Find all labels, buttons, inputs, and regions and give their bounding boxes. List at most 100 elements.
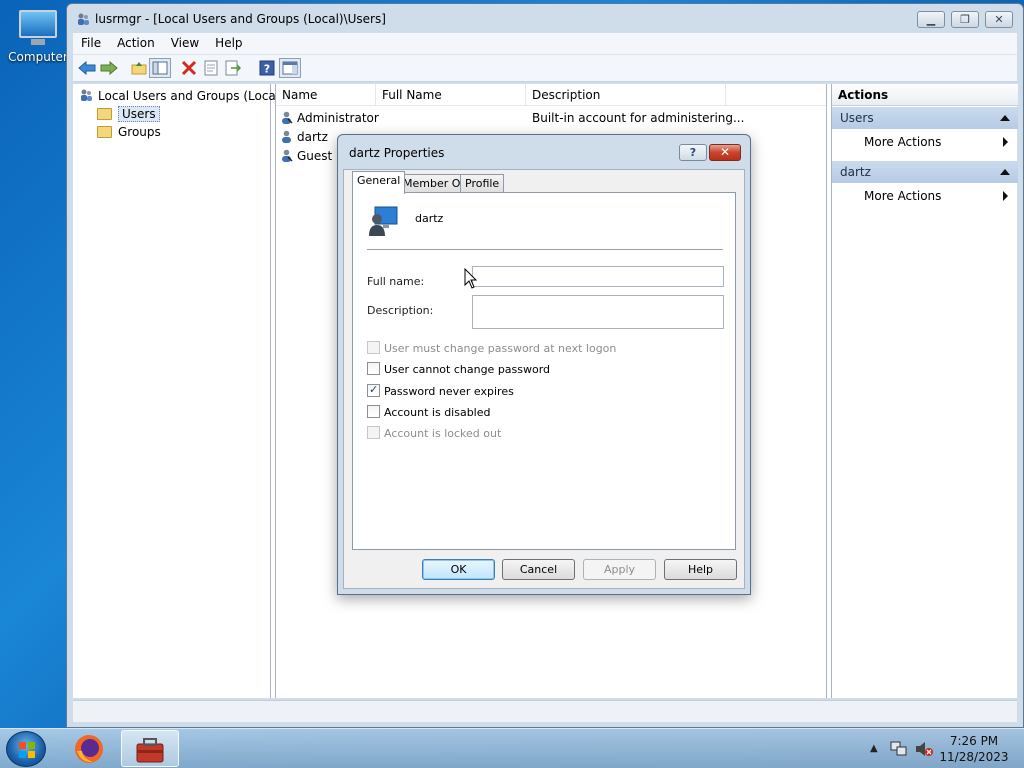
actions-section-dartz-title: dartz — [840, 165, 871, 179]
start-button[interactable] — [6, 731, 46, 767]
list-row-administrator[interactable]: Administrator — [280, 109, 379, 128]
tree-item-groups[interactable]: Groups — [97, 123, 161, 141]
user-description: Built-in account for administering... — [532, 111, 745, 125]
menu-view[interactable]: View — [163, 33, 207, 53]
export-icon — [225, 60, 241, 76]
more-actions-label: More Actions — [864, 135, 942, 149]
folder-icon — [97, 126, 112, 138]
taskbar: ▲ 7:26 PM 11/28/2023 — [0, 728, 1024, 768]
list-row-dartz[interactable]: dartz — [280, 128, 328, 147]
network-icon[interactable] — [890, 740, 908, 758]
dialog-body: General Member Of Profile dartz Full nam… — [343, 169, 745, 589]
tab-profile[interactable]: Profile — [460, 174, 505, 193]
menu-help[interactable]: Help — [207, 33, 250, 53]
tree-item-users-label: Users — [118, 106, 160, 122]
taskbar-firefox[interactable] — [60, 730, 118, 767]
submenu-arrow-icon — [1003, 191, 1008, 201]
separator — [367, 249, 723, 250]
actions-section-users-title: Users — [840, 111, 874, 125]
properties-button[interactable] — [201, 58, 221, 78]
checkbox-box-checked — [367, 383, 380, 397]
cancel-button[interactable]: Cancel — [502, 559, 575, 580]
minimize-button[interactable]: ▁ — [917, 11, 945, 28]
show-hide-action-pane-button[interactable] — [279, 58, 301, 78]
dartz-more-actions[interactable]: More Actions — [864, 186, 1014, 206]
up-one-level-button[interactable] — [129, 58, 149, 78]
must-change-password-checkbox: User must change password at next logon — [367, 341, 616, 355]
toolbar: ? — [73, 55, 1017, 82]
dialog-title: dartz Properties — [349, 146, 445, 160]
dialog-help-button[interactable]: ? — [679, 144, 707, 161]
firefox-icon — [75, 735, 103, 763]
list-header: Name Full Name Description — [276, 84, 826, 106]
column-header-name[interactable]: Name — [276, 84, 376, 106]
delete-icon — [181, 60, 197, 76]
cannot-change-password-checkbox[interactable]: User cannot change password — [367, 362, 550, 376]
user-name: Guest — [297, 149, 333, 163]
toolbox-icon — [136, 738, 164, 763]
window-titlebar[interactable]: lusrmgr - [Local Users and Groups (Local… — [67, 4, 1023, 34]
collapse-icon — [1000, 169, 1010, 175]
tree-item-users[interactable]: Users — [97, 105, 160, 123]
delete-button[interactable] — [179, 58, 199, 78]
tree-root-label: Local Users and Groups (Local) — [98, 89, 284, 103]
account-locked-out-checkbox: Account is locked out — [367, 426, 501, 440]
desktop-computer-label: Computer — [8, 50, 68, 64]
action-pane-icon — [282, 61, 298, 75]
svg-text:?: ? — [264, 63, 270, 76]
users-more-actions[interactable]: More Actions — [864, 132, 1014, 152]
desktop-computer-shortcut[interactable]: Computer — [8, 8, 68, 64]
tree-item-groups-label: Groups — [118, 125, 161, 139]
dialog-help-push-button[interactable]: Help — [664, 559, 737, 580]
checkbox-box — [367, 405, 380, 418]
checkbox-label: User cannot change password — [384, 363, 551, 376]
full-name-field[interactable] — [472, 266, 724, 287]
forward-button[interactable] — [99, 58, 119, 78]
actions-section-users[interactable]: Users — [832, 107, 1018, 129]
tab-member-of[interactable]: Member Of — [398, 174, 470, 193]
console-tree-icon — [152, 61, 168, 75]
column-header-description[interactable]: Description — [526, 84, 726, 106]
start-orb-icon — [19, 742, 35, 758]
show-hidden-icons-button[interactable]: ▲ — [870, 743, 878, 754]
computer-icon — [17, 10, 59, 46]
close-window-button[interactable]: ✕ — [985, 11, 1013, 28]
volume-muted-icon[interactable] — [914, 740, 934, 758]
help-toolbar-button[interactable]: ? — [257, 58, 277, 78]
tree-root-item[interactable]: Local Users and Groups (Local) — [79, 87, 284, 105]
account-disabled-checkbox[interactable]: Account is disabled — [367, 405, 491, 419]
system-clock[interactable]: 7:26 PM 11/28/2023 — [934, 733, 1014, 765]
dialog-close-button[interactable]: ✕ — [709, 144, 741, 161]
taskbar-lusrmgr[interactable] — [121, 730, 179, 767]
checkbox-label: Account is disabled — [384, 406, 491, 419]
list-row-guest[interactable]: Guest — [280, 147, 332, 166]
clock-date: 11/28/2023 — [939, 750, 1009, 764]
user-icon — [282, 149, 293, 162]
export-list-button[interactable] — [223, 58, 243, 78]
actions-pane: Actions Users More Actions dartz More Ac… — [831, 84, 1018, 698]
menu-action[interactable]: Action — [109, 33, 163, 53]
submenu-arrow-icon — [1003, 137, 1008, 147]
checkbox-label: User must change password at next logon — [384, 342, 617, 355]
back-button[interactable] — [77, 58, 97, 78]
properties-icon — [204, 60, 218, 76]
description-field[interactable] — [472, 295, 724, 329]
actions-header: Actions — [832, 84, 1018, 106]
restore-button[interactable]: ❐ — [951, 11, 979, 28]
actions-section-dartz[interactable]: dartz — [832, 161, 1018, 183]
console-tree-pane: Local Users and Groups (Local) Users Gro… — [73, 84, 284, 698]
dialog-user-name: dartz — [415, 212, 444, 225]
ok-button[interactable]: OK — [422, 559, 495, 580]
checkbox-box — [367, 362, 380, 375]
mouse-cursor-icon — [464, 268, 478, 289]
show-hide-console-tree-button[interactable] — [149, 58, 171, 78]
description-label: Description: — [367, 304, 434, 317]
password-never-expires-checkbox[interactable]: Password never expires — [367, 383, 514, 398]
general-tab-page: dartz Full name: Description: User must … — [352, 192, 736, 550]
menu-file[interactable]: File — [73, 33, 109, 53]
user-properties-dialog: dartz Properties ? ✕ General Member Of P… — [337, 134, 751, 595]
tab-general[interactable]: General — [352, 171, 406, 194]
apply-button: Apply — [583, 559, 656, 580]
column-header-full-name[interactable]: Full Name — [376, 84, 526, 106]
user-icon — [282, 111, 293, 124]
